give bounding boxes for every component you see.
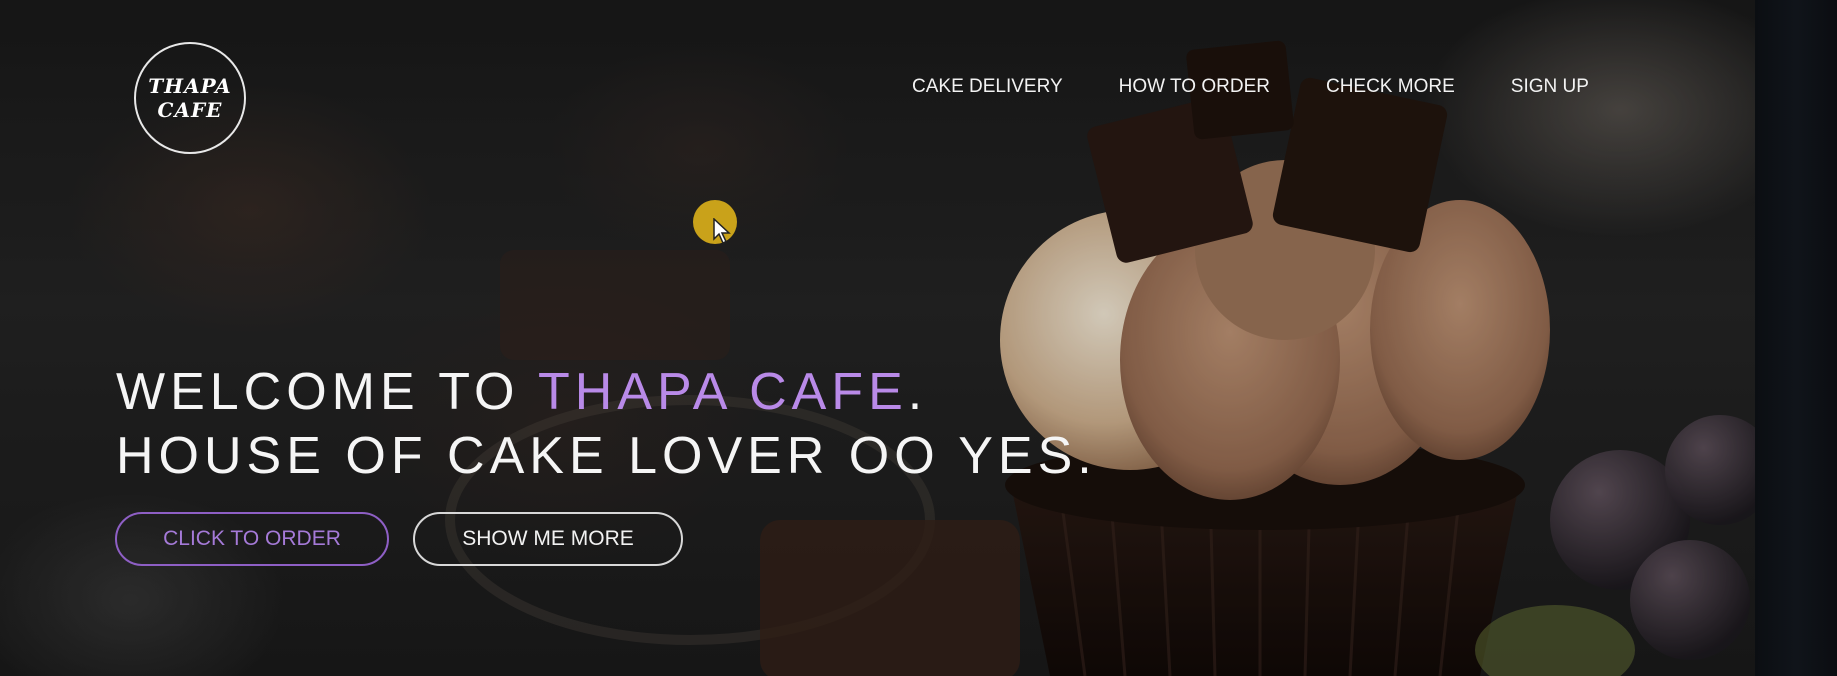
nav-cake-delivery[interactable]: CAKE DELIVERY — [912, 76, 1063, 98]
main-navigation: CAKE DELIVERY HOW TO ORDER CHECK MORE SI… — [912, 76, 1589, 98]
logo-line-2: CAFE — [157, 98, 223, 122]
hero-welcome-text: WELCOME TO — [116, 363, 538, 421]
hero-actions: CLICK TO ORDER SHOW ME MORE — [115, 512, 683, 566]
nav-sign-up[interactable]: SIGN UP — [1511, 76, 1589, 98]
hero-line-1: WELCOME TO THAPA CAFE. — [116, 360, 1097, 424]
show-me-more-button[interactable]: SHOW ME MORE — [413, 512, 683, 566]
thapa-cafe-logo[interactable]: THAPA CAFE — [134, 42, 246, 154]
hero-line-2: HOUSE OF CAKE LOVER OO YES. — [116, 427, 1097, 485]
cupcake-background-image — [0, 0, 1837, 676]
click-to-order-button[interactable]: CLICK TO ORDER — [115, 512, 389, 566]
hero-heading: WELCOME TO THAPA CAFE. HOUSE OF CAKE LOV… — [116, 360, 1097, 488]
hero-period: . — [907, 363, 928, 421]
pointer-arrow-icon — [713, 218, 731, 244]
hero-page: THAPA CAFE CAKE DELIVERY HOW TO ORDER CH… — [0, 0, 1837, 676]
right-edge-panel — [1755, 0, 1837, 676]
nav-how-to-order[interactable]: HOW TO ORDER — [1119, 76, 1270, 98]
logo-line-1: THAPA — [148, 74, 232, 98]
hero-cafe-name: THAPA CAFE — [537, 363, 908, 421]
nav-check-more[interactable]: CHECK MORE — [1326, 76, 1455, 98]
mouse-cursor-highlight — [693, 200, 737, 244]
